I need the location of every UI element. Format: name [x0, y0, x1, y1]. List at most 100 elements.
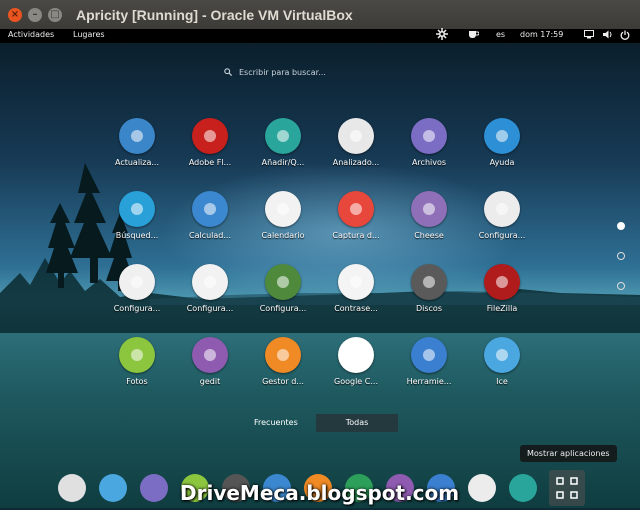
- app-label: Contrase...: [334, 304, 378, 313]
- app-label: Analizado...: [332, 158, 380, 167]
- system-settings-icon[interactable]: [436, 28, 448, 42]
- app-label: Ayuda: [489, 158, 515, 167]
- disk-usage-icon: [338, 118, 374, 154]
- power-icon[interactable]: [620, 30, 630, 42]
- add-remove-icon[interactable]: [509, 474, 537, 502]
- watermark: DriveMeca.blogspot.com: [180, 481, 460, 505]
- app-label: Configura...: [186, 304, 234, 313]
- app-label: Fotos: [126, 377, 148, 386]
- app-launcher[interactable]: Analizado...: [320, 118, 392, 167]
- show-apps-tooltip: Mostrar aplicaciones: [520, 445, 617, 462]
- page-indicator-3[interactable]: [617, 282, 625, 290]
- gnome-top-bar: Actividades Lugares es dom 17:59: [0, 28, 640, 43]
- calculator-icon: [192, 191, 228, 227]
- window-maximize-button[interactable]: □: [48, 7, 62, 22]
- app-label: FileZilla: [486, 304, 518, 313]
- app-launcher[interactable]: Añadir/Q...: [247, 118, 319, 167]
- app-label: Configura...: [259, 304, 307, 313]
- app-launcher[interactable]: FileZilla: [466, 264, 538, 313]
- search-field[interactable]: Escribir para buscar...: [224, 66, 326, 78]
- app-launcher[interactable]: Búsqued...: [101, 191, 173, 240]
- tab-all[interactable]: Todas: [315, 414, 399, 432]
- caffeine-cup-icon[interactable]: [468, 29, 480, 41]
- language-indicator[interactable]: es: [496, 30, 505, 39]
- app-label: Google C...: [334, 377, 378, 386]
- app-launcher[interactable]: Google C...: [320, 337, 392, 386]
- chrome-icon[interactable]: [58, 474, 86, 502]
- app-launcher[interactable]: Archivos: [393, 118, 465, 167]
- window-title-bar: × – □ Apricity [Running] - Oracle VM Vir…: [0, 0, 640, 29]
- printer-icon: [119, 264, 155, 300]
- volume-icon[interactable]: [603, 30, 613, 41]
- page-indicator-1[interactable]: [617, 222, 625, 230]
- app-launcher[interactable]: Herramie...: [393, 337, 465, 386]
- clock[interactable]: dom 17:59: [520, 30, 563, 39]
- text-editor-icon: [192, 337, 228, 373]
- app-launcher[interactable]: Actualiza...: [101, 118, 173, 167]
- app-label: Discos: [415, 304, 442, 313]
- app-launcher[interactable]: Ayuda: [466, 118, 538, 167]
- keyring-icon: [338, 264, 374, 300]
- search-icon: [119, 191, 155, 227]
- firewall-shield-icon: [192, 264, 228, 300]
- app-label: Cheese: [414, 231, 444, 240]
- screenshot-icon: [338, 191, 374, 227]
- app-launcher[interactable]: Ice: [466, 337, 538, 386]
- disks-icon: [411, 264, 447, 300]
- app-launcher[interactable]: Configura...: [174, 264, 246, 313]
- app-launcher[interactable]: Calendario: [247, 191, 319, 240]
- search-icon: [224, 68, 232, 76]
- update-icon: [119, 118, 155, 154]
- page-indicator-2[interactable]: [617, 252, 625, 260]
- webcam-icon: [411, 191, 447, 227]
- app-label: Añadir/Q...: [261, 158, 305, 167]
- app-launcher[interactable]: Adobe Fl...: [174, 118, 246, 167]
- app-label: Búsqued...: [115, 231, 159, 240]
- window-title: Apricity [Running] - Oracle VM VirtualBo…: [76, 6, 353, 23]
- app-label: Adobe Fl...: [188, 158, 232, 167]
- app-label: Configura...: [478, 231, 526, 240]
- settings-toggle-icon: [484, 191, 520, 227]
- help-icon: [484, 118, 520, 154]
- app-grid-icon: [556, 477, 578, 499]
- app-label: Calendario: [261, 231, 305, 240]
- show-applications-button[interactable]: [549, 470, 585, 506]
- window-close-button[interactable]: ×: [8, 7, 22, 22]
- app-launcher[interactable]: Discos: [393, 264, 465, 313]
- app-launcher[interactable]: Contrase...: [320, 264, 392, 313]
- app-label: Gestor d...: [262, 377, 304, 386]
- window-minimize-button[interactable]: –: [28, 7, 42, 22]
- app-label: Captura d...: [332, 231, 380, 240]
- flash-icon: [192, 118, 228, 154]
- chrome-icon: [338, 337, 374, 373]
- app-launcher[interactable]: Gestor d...: [247, 337, 319, 386]
- search-placeholder: Escribir para buscar...: [239, 67, 326, 77]
- cloud-icon[interactable]: [99, 474, 127, 502]
- app-launcher[interactable]: Cheese: [393, 191, 465, 240]
- app-launcher[interactable]: Configura...: [466, 191, 538, 240]
- tab-frequent[interactable]: Frecuentes: [236, 414, 316, 432]
- calendar-icon: [265, 191, 301, 227]
- files-icon: [411, 118, 447, 154]
- app-label: Configura...: [113, 304, 161, 313]
- app-view-tabs: Frecuentes Todas: [236, 414, 399, 432]
- photos-icon: [119, 337, 155, 373]
- cloud-icon: [484, 337, 520, 373]
- app-launcher[interactable]: Calculad...: [174, 191, 246, 240]
- files-icon[interactable]: [140, 474, 168, 502]
- tools-icon: [411, 337, 447, 373]
- app-label: gedit: [199, 377, 221, 386]
- app-label: Ice: [496, 377, 508, 386]
- app-launcher[interactable]: Fotos: [101, 337, 173, 386]
- screen-icon[interactable]: [584, 30, 594, 41]
- app-label: Archivos: [411, 158, 447, 167]
- app-launcher[interactable]: Configura...: [247, 264, 319, 313]
- app-launcher[interactable]: Captura d...: [320, 191, 392, 240]
- app-launcher[interactable]: Configura...: [101, 264, 173, 313]
- archive-manager-icon: [265, 337, 301, 373]
- activities-button[interactable]: Actividades: [8, 30, 54, 39]
- places-menu[interactable]: Lugares: [73, 30, 105, 39]
- app-launcher[interactable]: gedit: [174, 337, 246, 386]
- filezilla-icon: [484, 264, 520, 300]
- settings-toggle-icon[interactable]: [468, 474, 496, 502]
